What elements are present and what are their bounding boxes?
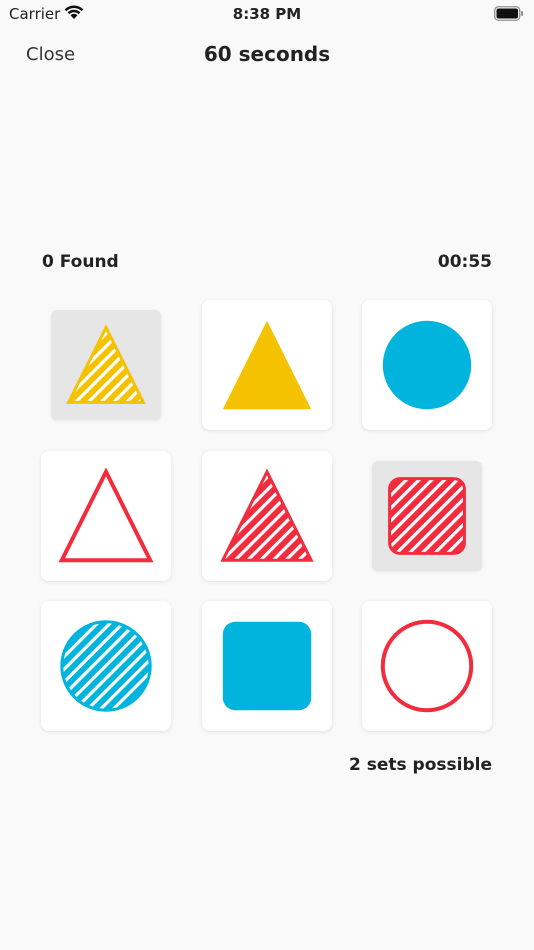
card-red-striped-square[interactable] (372, 461, 482, 571)
card-red-outline-triangle[interactable] (41, 451, 171, 581)
circle-icon (382, 320, 472, 410)
card-shape (58, 467, 154, 563)
card-shape (66, 324, 146, 404)
card-blue-solid-square[interactable] (202, 601, 332, 731)
card-blue-striped-circle[interactable] (41, 601, 171, 731)
card-shape (222, 621, 312, 711)
card-red-outline-circle[interactable] (362, 601, 492, 731)
card-yellow-striped-triangle[interactable] (51, 310, 161, 420)
found-count: 0 Found (42, 252, 119, 272)
countdown-timer: 00:55 (437, 252, 492, 272)
card-shape (222, 320, 312, 410)
battery-icon (494, 6, 524, 21)
page-title: 60 seconds (203, 42, 331, 66)
square-icon (222, 621, 312, 711)
card-blue-solid-circle[interactable] (362, 300, 492, 430)
status-bar: Carrier 8:38 PM (0, 0, 534, 28)
card-shape (382, 320, 472, 410)
card-shape (60, 620, 152, 712)
card-yellow-solid-triangle[interactable] (202, 300, 332, 430)
card-red-striped-triangle[interactable] (202, 451, 332, 581)
card-shape (380, 619, 474, 713)
triangle-icon (220, 468, 314, 562)
circle-icon (60, 620, 152, 712)
triangle-icon (58, 467, 154, 563)
card-shape (388, 477, 466, 555)
card-shape (220, 468, 314, 562)
square-icon (388, 477, 466, 555)
circle-icon (380, 619, 474, 713)
status-time: 8:38 PM (232, 5, 302, 23)
triangle-icon (222, 320, 312, 410)
sets-possible-label: 2 sets possible (349, 755, 492, 775)
triangle-icon (66, 324, 146, 404)
